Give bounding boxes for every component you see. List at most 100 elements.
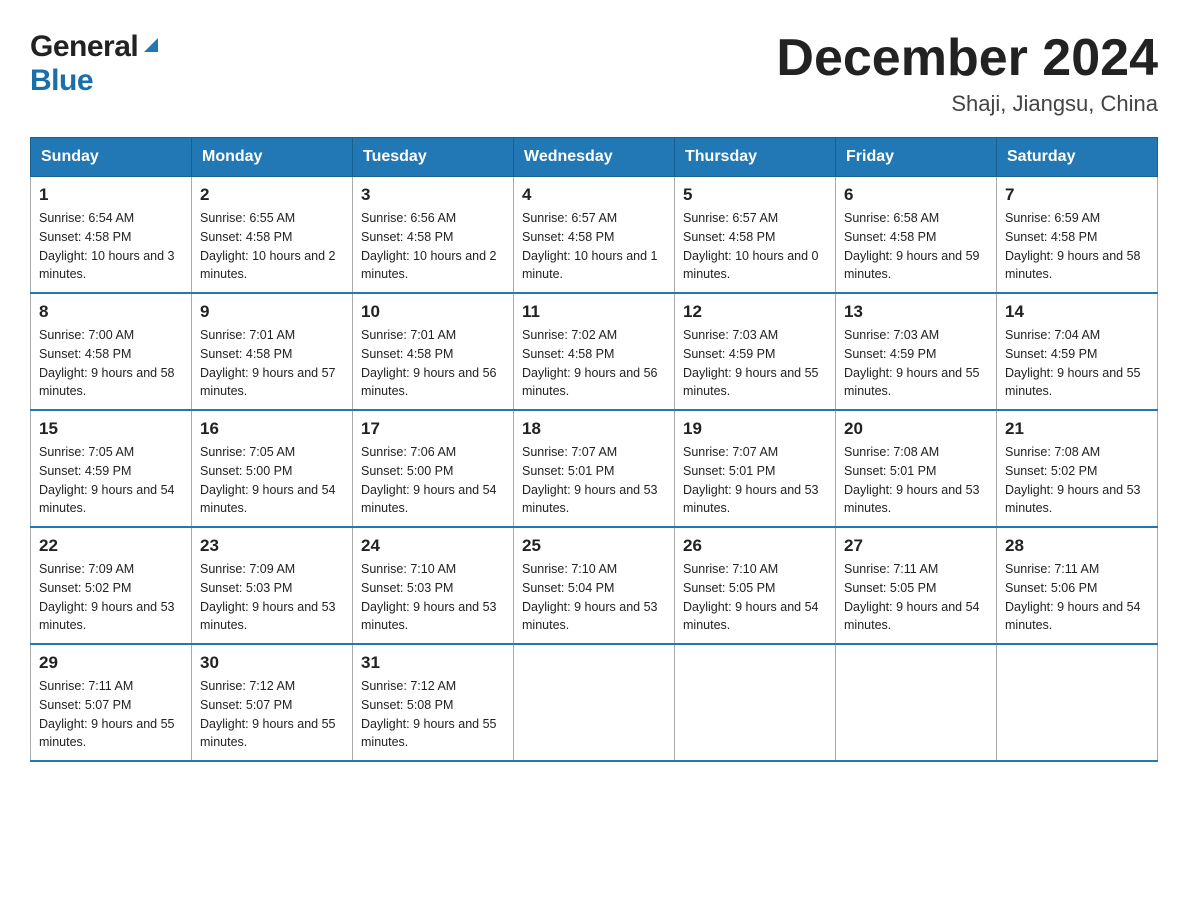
calendar-cell — [836, 644, 997, 761]
calendar-week-row: 22 Sunrise: 7:09 AM Sunset: 5:02 PM Dayl… — [31, 527, 1158, 644]
calendar-cell: 9 Sunrise: 7:01 AM Sunset: 4:58 PM Dayli… — [192, 293, 353, 410]
day-number: 27 — [844, 536, 988, 556]
page-header: General Blue December 2024 Shaji, Jiangs… — [30, 30, 1158, 117]
col-sunday: Sunday — [31, 138, 192, 177]
col-monday: Monday — [192, 138, 353, 177]
calendar-cell: 30 Sunrise: 7:12 AM Sunset: 5:07 PM Dayl… — [192, 644, 353, 761]
calendar-cell: 24 Sunrise: 7:10 AM Sunset: 5:03 PM Dayl… — [353, 527, 514, 644]
day-number: 14 — [1005, 302, 1149, 322]
calendar-cell: 23 Sunrise: 7:09 AM Sunset: 5:03 PM Dayl… — [192, 527, 353, 644]
day-number: 11 — [522, 302, 666, 322]
day-number: 21 — [1005, 419, 1149, 439]
day-number: 5 — [683, 185, 827, 205]
day-info: Sunrise: 7:10 AM Sunset: 5:04 PM Dayligh… — [522, 560, 666, 635]
calendar-cell: 20 Sunrise: 7:08 AM Sunset: 5:01 PM Dayl… — [836, 410, 997, 527]
day-info: Sunrise: 7:03 AM Sunset: 4:59 PM Dayligh… — [683, 326, 827, 401]
calendar-cell — [997, 644, 1158, 761]
day-info: Sunrise: 7:01 AM Sunset: 4:58 PM Dayligh… — [361, 326, 505, 401]
day-number: 30 — [200, 653, 344, 673]
day-number: 9 — [200, 302, 344, 322]
day-number: 2 — [200, 185, 344, 205]
day-info: Sunrise: 6:55 AM Sunset: 4:58 PM Dayligh… — [200, 209, 344, 284]
calendar-cell: 3 Sunrise: 6:56 AM Sunset: 4:58 PM Dayli… — [353, 177, 514, 294]
day-info: Sunrise: 7:07 AM Sunset: 5:01 PM Dayligh… — [522, 443, 666, 518]
calendar-header: Sunday Monday Tuesday Wednesday Thursday… — [31, 138, 1158, 177]
calendar-cell: 4 Sunrise: 6:57 AM Sunset: 4:58 PM Dayli… — [514, 177, 675, 294]
col-wednesday: Wednesday — [514, 138, 675, 177]
month-title: December 2024 — [776, 30, 1158, 87]
day-number: 20 — [844, 419, 988, 439]
calendar-cell: 11 Sunrise: 7:02 AM Sunset: 4:58 PM Dayl… — [514, 293, 675, 410]
calendar-cell: 27 Sunrise: 7:11 AM Sunset: 5:05 PM Dayl… — [836, 527, 997, 644]
calendar-cell: 8 Sunrise: 7:00 AM Sunset: 4:58 PM Dayli… — [31, 293, 192, 410]
day-info: Sunrise: 7:04 AM Sunset: 4:59 PM Dayligh… — [1005, 326, 1149, 401]
calendar-cell: 26 Sunrise: 7:10 AM Sunset: 5:05 PM Dayl… — [675, 527, 836, 644]
day-info: Sunrise: 7:08 AM Sunset: 5:01 PM Dayligh… — [844, 443, 988, 518]
day-number: 12 — [683, 302, 827, 322]
day-number: 31 — [361, 653, 505, 673]
day-number: 13 — [844, 302, 988, 322]
calendar-table: Sunday Monday Tuesday Wednesday Thursday… — [30, 137, 1158, 762]
calendar-cell: 22 Sunrise: 7:09 AM Sunset: 5:02 PM Dayl… — [31, 527, 192, 644]
calendar-cell: 15 Sunrise: 7:05 AM Sunset: 4:59 PM Dayl… — [31, 410, 192, 527]
day-number: 7 — [1005, 185, 1149, 205]
calendar-week-row: 1 Sunrise: 6:54 AM Sunset: 4:58 PM Dayli… — [31, 177, 1158, 294]
calendar-week-row: 8 Sunrise: 7:00 AM Sunset: 4:58 PM Dayli… — [31, 293, 1158, 410]
calendar-cell — [514, 644, 675, 761]
day-number: 8 — [39, 302, 183, 322]
day-number: 24 — [361, 536, 505, 556]
col-thursday: Thursday — [675, 138, 836, 177]
day-number: 10 — [361, 302, 505, 322]
day-info: Sunrise: 7:11 AM Sunset: 5:05 PM Dayligh… — [844, 560, 988, 635]
day-info: Sunrise: 6:57 AM Sunset: 4:58 PM Dayligh… — [683, 209, 827, 284]
day-info: Sunrise: 7:07 AM Sunset: 5:01 PM Dayligh… — [683, 443, 827, 518]
title-block: December 2024 Shaji, Jiangsu, China — [776, 30, 1158, 117]
day-info: Sunrise: 7:03 AM Sunset: 4:59 PM Dayligh… — [844, 326, 988, 401]
calendar-week-row: 29 Sunrise: 7:11 AM Sunset: 5:07 PM Dayl… — [31, 644, 1158, 761]
day-number: 25 — [522, 536, 666, 556]
calendar-cell: 29 Sunrise: 7:11 AM Sunset: 5:07 PM Dayl… — [31, 644, 192, 761]
calendar-cell: 18 Sunrise: 7:07 AM Sunset: 5:01 PM Dayl… — [514, 410, 675, 527]
day-info: Sunrise: 7:09 AM Sunset: 5:03 PM Dayligh… — [200, 560, 344, 635]
logo-triangle-icon — [140, 34, 162, 56]
day-number: 26 — [683, 536, 827, 556]
day-number: 6 — [844, 185, 988, 205]
calendar-cell: 7 Sunrise: 6:59 AM Sunset: 4:58 PM Dayli… — [997, 177, 1158, 294]
day-info: Sunrise: 6:59 AM Sunset: 4:58 PM Dayligh… — [1005, 209, 1149, 284]
day-number: 17 — [361, 419, 505, 439]
day-info: Sunrise: 7:05 AM Sunset: 4:59 PM Dayligh… — [39, 443, 183, 518]
calendar-cell: 10 Sunrise: 7:01 AM Sunset: 4:58 PM Dayl… — [353, 293, 514, 410]
day-info: Sunrise: 7:12 AM Sunset: 5:07 PM Dayligh… — [200, 677, 344, 752]
day-info: Sunrise: 6:57 AM Sunset: 4:58 PM Dayligh… — [522, 209, 666, 284]
calendar-body: 1 Sunrise: 6:54 AM Sunset: 4:58 PM Dayli… — [31, 177, 1158, 762]
day-info: Sunrise: 7:06 AM Sunset: 5:00 PM Dayligh… — [361, 443, 505, 518]
day-number: 23 — [200, 536, 344, 556]
calendar-cell: 21 Sunrise: 7:08 AM Sunset: 5:02 PM Dayl… — [997, 410, 1158, 527]
day-number: 16 — [200, 419, 344, 439]
col-saturday: Saturday — [997, 138, 1158, 177]
calendar-cell: 25 Sunrise: 7:10 AM Sunset: 5:04 PM Dayl… — [514, 527, 675, 644]
day-info: Sunrise: 7:10 AM Sunset: 5:03 PM Dayligh… — [361, 560, 505, 635]
calendar-cell — [675, 644, 836, 761]
day-number: 18 — [522, 419, 666, 439]
day-number: 15 — [39, 419, 183, 439]
calendar-cell: 1 Sunrise: 6:54 AM Sunset: 4:58 PM Dayli… — [31, 177, 192, 294]
calendar-cell: 16 Sunrise: 7:05 AM Sunset: 5:00 PM Dayl… — [192, 410, 353, 527]
col-friday: Friday — [836, 138, 997, 177]
day-info: Sunrise: 7:05 AM Sunset: 5:00 PM Dayligh… — [200, 443, 344, 518]
logo: General Blue — [30, 30, 162, 98]
day-number: 3 — [361, 185, 505, 205]
day-info: Sunrise: 6:58 AM Sunset: 4:58 PM Dayligh… — [844, 209, 988, 284]
day-info: Sunrise: 7:09 AM Sunset: 5:02 PM Dayligh… — [39, 560, 183, 635]
calendar-week-row: 15 Sunrise: 7:05 AM Sunset: 4:59 PM Dayl… — [31, 410, 1158, 527]
calendar-cell: 17 Sunrise: 7:06 AM Sunset: 5:00 PM Dayl… — [353, 410, 514, 527]
day-number: 1 — [39, 185, 183, 205]
day-info: Sunrise: 7:00 AM Sunset: 4:58 PM Dayligh… — [39, 326, 183, 401]
day-number: 4 — [522, 185, 666, 205]
logo-general-text: General — [30, 30, 138, 64]
calendar-cell: 12 Sunrise: 7:03 AM Sunset: 4:59 PM Dayl… — [675, 293, 836, 410]
day-number: 28 — [1005, 536, 1149, 556]
day-info: Sunrise: 7:11 AM Sunset: 5:06 PM Dayligh… — [1005, 560, 1149, 635]
calendar-cell: 6 Sunrise: 6:58 AM Sunset: 4:58 PM Dayli… — [836, 177, 997, 294]
day-info: Sunrise: 7:12 AM Sunset: 5:08 PM Dayligh… — [361, 677, 505, 752]
